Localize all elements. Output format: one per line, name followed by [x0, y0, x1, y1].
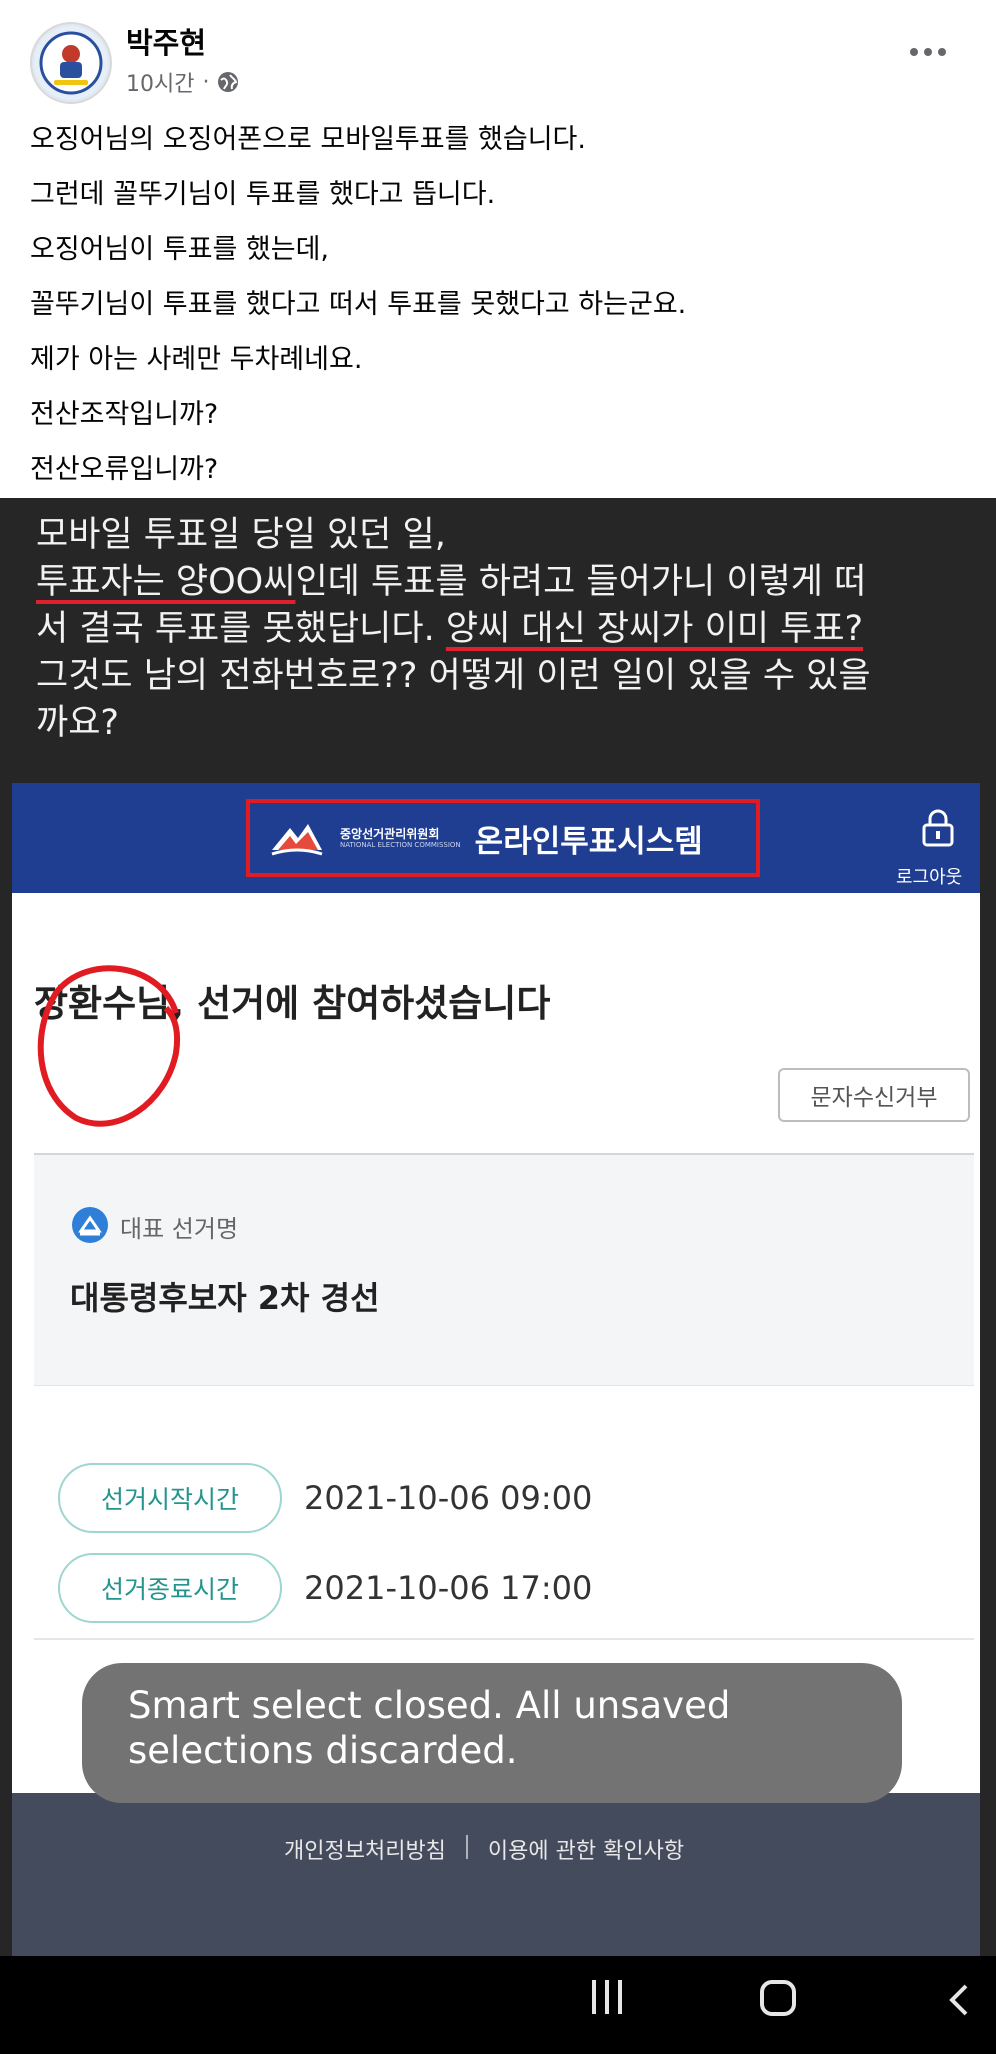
avatar-illustration	[34, 26, 108, 100]
election-name: 대통령후보자 2차 경선	[70, 1279, 380, 1317]
toast-line: Smart select closed. All unsaved	[128, 1684, 731, 1727]
election-icon	[72, 1207, 108, 1243]
end-time-pill: 선거종료시간	[58, 1553, 282, 1623]
nec-name-block: 중앙선거관리위원회 NATIONAL ELECTION COMMISSION	[340, 826, 461, 849]
author-avatar[interactable]	[30, 22, 112, 104]
toast-line: selections discarded.	[128, 1729, 518, 1772]
footer-links: 개인정보처리방침 이용에 관한 확인사항	[284, 1833, 684, 1865]
section-divider	[34, 1638, 974, 1640]
nec-name: 중앙선거관리위원회	[340, 826, 440, 841]
system-logo-highlight: 중앙선거관리위원회 NATIONAL ELECTION COMMISSION 온…	[246, 799, 760, 877]
phone-screenshot: 중앙선거관리위원회 NATIONAL ELECTION COMMISSION 온…	[12, 783, 980, 1956]
caption-line: 그것도 남의 전화번호로?? 어떻게 이런 일이 있을 수 있을	[36, 656, 871, 696]
caption-text: 인데 투표를 하려고 들어가니 이렇게 떠	[295, 562, 867, 602]
caption-line: 모바일 투표일 당일 있던 일,	[36, 515, 446, 555]
sms-refuse-button[interactable]: 문자수신거부	[778, 1068, 970, 1122]
lock-icon[interactable]	[918, 809, 958, 849]
system-navigation-bar	[0, 1956, 996, 2054]
logout-link[interactable]: 로그아웃	[896, 863, 962, 889]
post-text-line: 꼴뚜기님이 투표를 했다고 떠서 투표를 못했다고 하는군요.	[30, 289, 687, 320]
post-text-line: 전산오류입니까?	[30, 454, 219, 485]
footer-divider	[465, 1835, 468, 1859]
app-footer: 개인정보처리방침 이용에 관한 확인사항	[12, 1793, 980, 1956]
more-options-icon[interactable]	[910, 40, 954, 64]
post-text-line: 전산조작입니까?	[30, 399, 219, 430]
caption-underlined-voter: 투표자는 양OO씨	[36, 562, 296, 602]
post-meta: 10시간 ·	[126, 66, 239, 98]
image-caption: 모바일 투표일 당일 있던 일, 투표자는 양OO씨인데 투표를 하려고 들어가…	[36, 512, 966, 747]
toast-notification: Smart select closed. All unsaved selecti…	[82, 1663, 902, 1803]
post-text-line: 그런데 꼴뚜기님이 투표를 했다고 뜹니다.	[30, 179, 496, 210]
system-title: 온라인투표시스템	[474, 823, 703, 860]
recent-apps-icon[interactable]	[592, 1980, 628, 2020]
start-time-pill: 선거시작시간	[58, 1463, 282, 1533]
post-image[interactable]: 모바일 투표일 당일 있던 일, 투표자는 양OO씨인데 투표를 하려고 들어가…	[0, 498, 996, 1956]
author-name[interactable]: 박주현	[126, 20, 206, 62]
home-icon[interactable]	[760, 1980, 796, 2016]
caption-text: 서 결국 투표를 못했답니다.	[36, 609, 446, 649]
start-time-value: 2021-10-06 09:00	[304, 1479, 593, 1517]
nec-emblem-icon	[271, 824, 323, 856]
toast-message: Smart select closed. All unsaved selecti…	[128, 1683, 730, 1773]
red-circle-annotation	[37, 965, 181, 1127]
caption-line: 까요?	[36, 703, 119, 743]
terms-link[interactable]: 이용에 관한 확인사항	[488, 1833, 684, 1865]
privacy-policy-link[interactable]: 개인정보처리방침	[284, 1833, 446, 1865]
post-time[interactable]: 10시간	[126, 66, 194, 98]
post-text-line: 제가 아는 사례만 두차례네요.	[30, 344, 363, 375]
election-label: 대표 선거명	[120, 1215, 239, 1243]
back-icon[interactable]	[940, 1980, 980, 2020]
election-card: 대표 선거명 대통령후보자 2차 경선	[34, 1153, 974, 1386]
meta-separator: ·	[202, 69, 210, 95]
caption-underlined-claim: 양씨 대신 장씨가 이미 투표?	[445, 609, 864, 649]
post-text-line: 오징어님의 오징어폰으로 모바일투표를 했습니다.	[30, 124, 586, 155]
end-time-value: 2021-10-06 17:00	[304, 1569, 593, 1607]
app-header: 중앙선거관리위원회 NATIONAL ELECTION COMMISSION 온…	[12, 783, 980, 893]
nec-name-en: NATIONAL ELECTION COMMISSION	[340, 840, 461, 849]
globe-icon	[218, 72, 239, 92]
post-text-line: 오징어님이 투표를 했는데,	[30, 234, 329, 265]
